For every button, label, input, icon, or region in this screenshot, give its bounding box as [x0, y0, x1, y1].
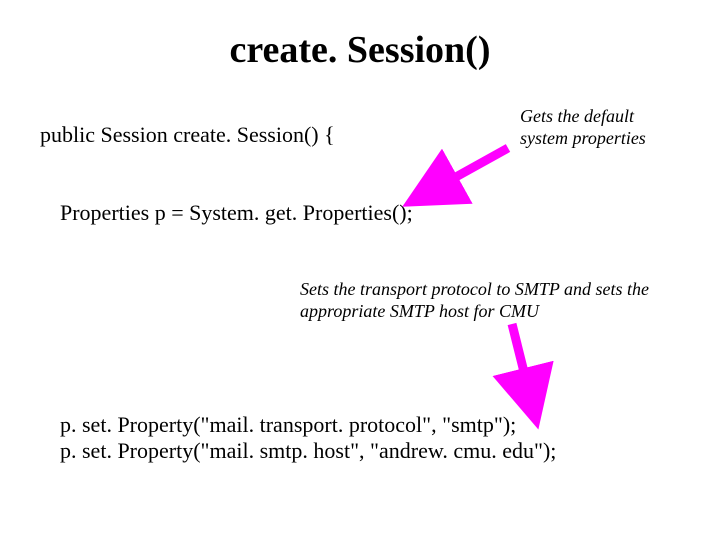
- arrow-2: [0, 0, 720, 540]
